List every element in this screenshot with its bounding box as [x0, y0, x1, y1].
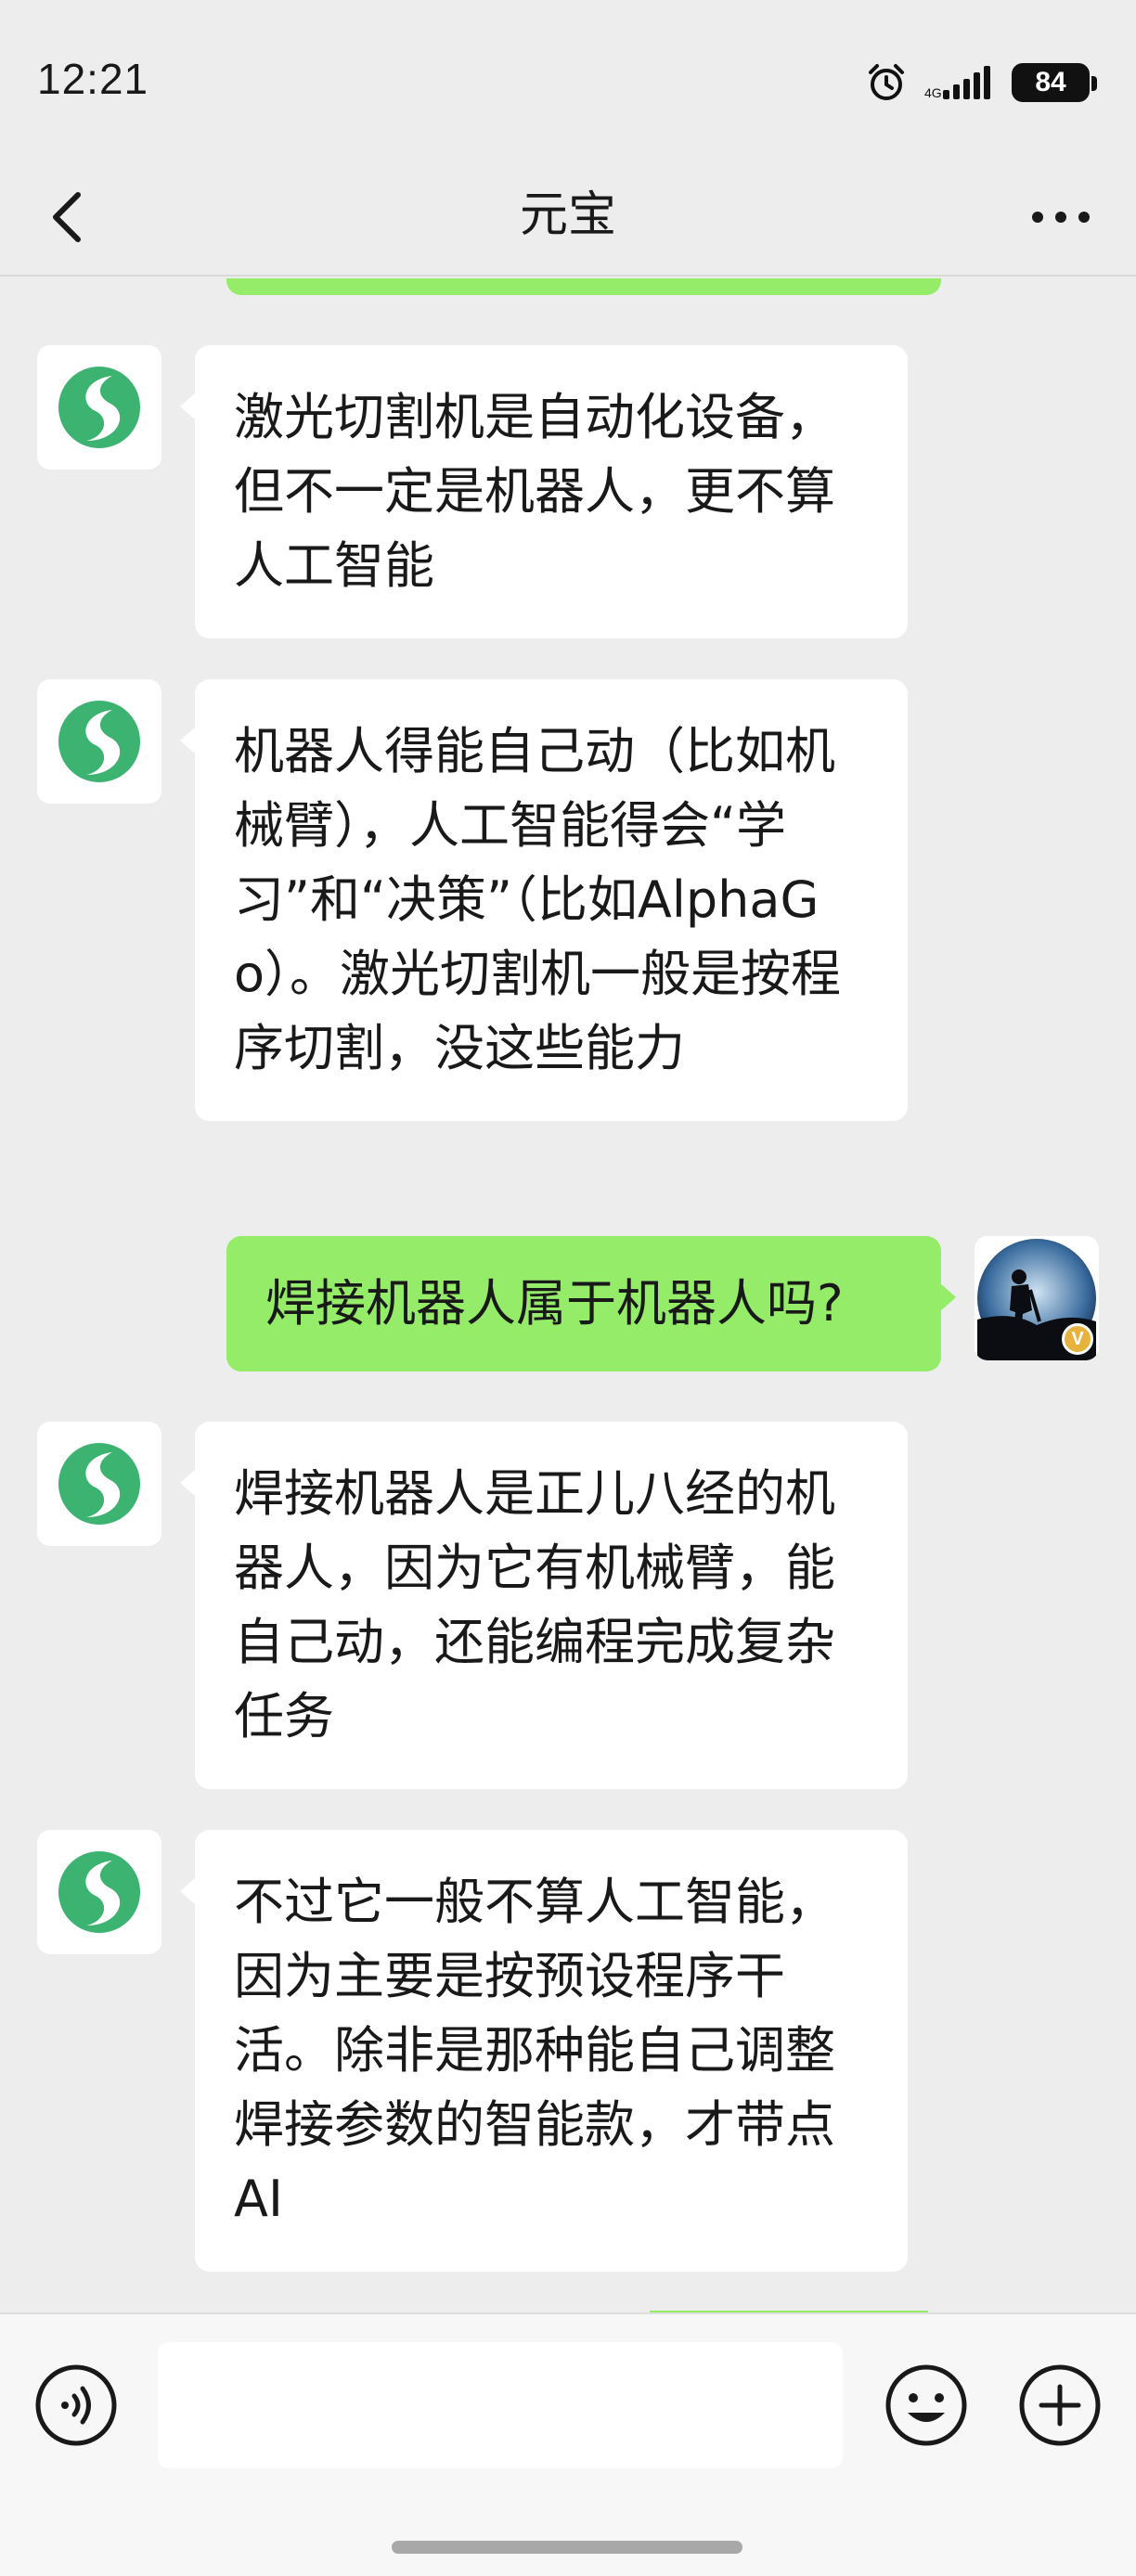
emoji-button[interactable] — [884, 2363, 969, 2448]
user-message-bubble[interactable]: 焊接机器人属于机器人吗? — [226, 1236, 956, 1372]
more-dots-icon — [1032, 212, 1090, 223]
svg-text:4G: 4G — [924, 85, 942, 100]
vip-badge: V — [1062, 1323, 1093, 1355]
yuanbao-logo-icon — [58, 367, 140, 448]
yuanbao-logo-icon — [58, 1443, 140, 1525]
yuanbao-logo-icon — [58, 701, 140, 782]
bot-message-bubble[interactable]: 不过它一般不算人工智能，因为主要是按预设程序干活。除非是那种能自己调整焊接参数的… — [180, 1830, 908, 2272]
bot-avatar[interactable] — [37, 345, 161, 470]
yuanbao-logo-icon — [58, 1851, 140, 1933]
emoji-icon — [885, 2364, 967, 2446]
bot-message-bubble[interactable]: 激光切割机是自动化设备，但不一定是机器人，更不算人工智能 — [180, 345, 908, 638]
add-button[interactable] — [1017, 2363, 1103, 2448]
alarm-icon — [869, 64, 904, 100]
nav-bar: 元宝 — [0, 158, 1136, 277]
partial-user-bubble — [226, 278, 941, 295]
battery-indicator: 84 — [1012, 63, 1097, 102]
status-bar: 12:21 4G 84 — [0, 0, 1136, 158]
voice-icon — [35, 2364, 117, 2446]
bot-avatar[interactable] — [37, 679, 161, 804]
bot-avatar[interactable] — [37, 1422, 161, 1546]
status-icons: 4G 84 — [865, 61, 1097, 104]
message-input[interactable] — [158, 2342, 843, 2468]
plus-circle-icon — [1019, 2364, 1101, 2446]
chat-title: 元宝 — [519, 187, 616, 243]
bot-avatar[interactable] — [37, 1830, 161, 1954]
home-indicator[interactable] — [392, 2541, 742, 2554]
more-button[interactable] — [1030, 189, 1091, 245]
input-bar — [0, 2312, 1136, 2576]
chat-message-list[interactable]: 激光切割机是自动化设备，但不一定是机器人，更不算人工智能 机器人得能自己动（比如… — [0, 278, 1136, 2312]
bot-message-bubble[interactable]: 焊接机器人是正儿八经的机器人，因为它有机械臂，能自己动，还能编程完成复杂任务 — [180, 1422, 908, 1789]
user-avatar[interactable]: V — [975, 1236, 1099, 1360]
voice-button[interactable] — [33, 2363, 119, 2448]
bot-message-bubble[interactable]: 机器人得能自己动（比如机械臂），人工智能得会“学习”和“决策”（比如AlphaG… — [180, 679, 908, 1121]
status-time: 12:21 — [37, 55, 149, 103]
signal-icon: 4G — [924, 66, 990, 100]
